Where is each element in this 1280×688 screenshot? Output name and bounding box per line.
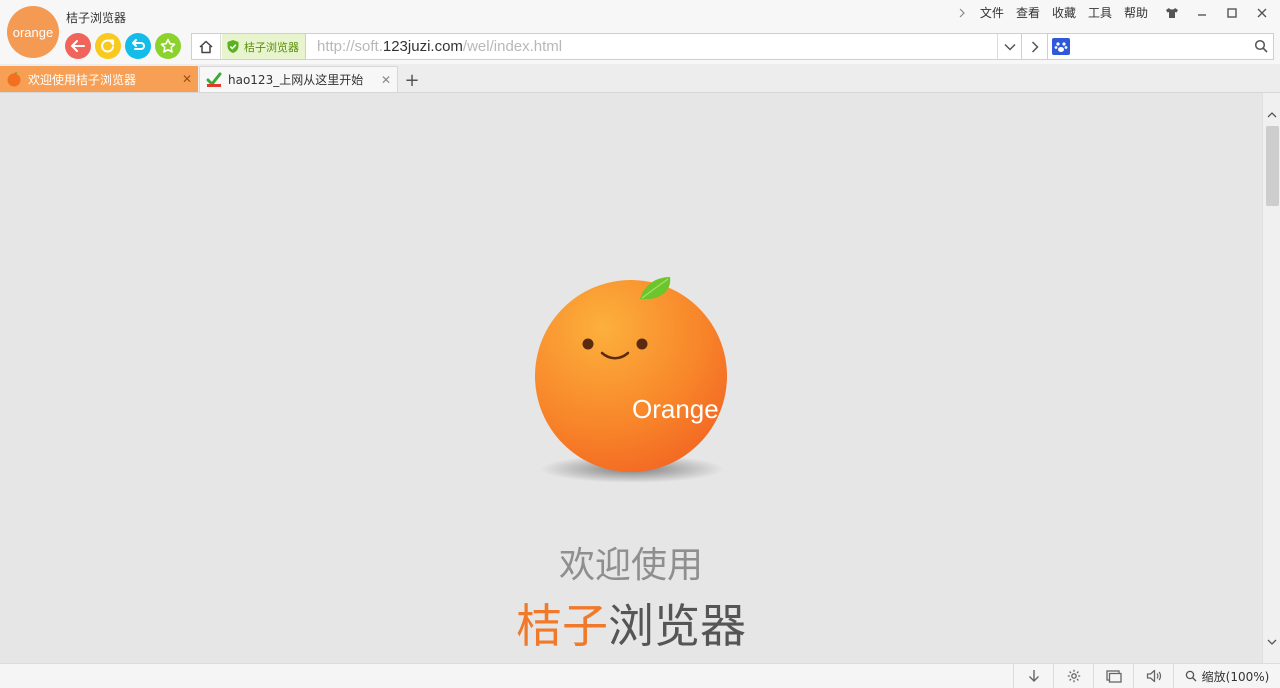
undo-close-tab-button[interactable] bbox=[125, 33, 151, 59]
maximize-icon bbox=[1227, 8, 1237, 18]
tab-bar: 欢迎使用桔子浏览器 ✕ hao123_上网从这里开始 ✕ + bbox=[0, 64, 1280, 93]
url-prefix: http://soft. bbox=[317, 38, 383, 55]
chevron-down-icon bbox=[1003, 43, 1016, 51]
menu-expand-icon[interactable] bbox=[958, 6, 970, 20]
menu-tools[interactable]: 工具 bbox=[1088, 6, 1112, 20]
gear-icon bbox=[1067, 669, 1080, 683]
zoom-icon bbox=[1185, 670, 1197, 682]
vertical-scrollbar[interactable] bbox=[1262, 93, 1280, 663]
tab-hao123[interactable]: hao123_上网从这里开始 ✕ bbox=[199, 66, 398, 92]
scroll-up-button[interactable] bbox=[1263, 105, 1280, 123]
tab-label: 欢迎使用桔子浏览器 bbox=[28, 72, 137, 87]
mascot-text: Orange bbox=[632, 394, 719, 424]
app-logo-text: orange bbox=[12, 24, 54, 40]
welcome-heading: 欢迎使用 bbox=[558, 545, 703, 586]
minimize-button[interactable] bbox=[1190, 6, 1214, 20]
back-arrow-icon bbox=[71, 40, 85, 52]
zoom-level: 缩放(100%) bbox=[1201, 669, 1270, 684]
zoom-control[interactable]: 缩放(100%) bbox=[1173, 664, 1280, 688]
speaker-icon bbox=[1146, 669, 1161, 683]
hao123-favicon-icon bbox=[206, 72, 222, 87]
menu-bar: 文件 查看 收藏 工具 帮助 bbox=[958, 5, 1280, 21]
home-icon bbox=[199, 40, 213, 53]
status-bar: 缩放(100%) bbox=[0, 663, 1280, 688]
download-button[interactable] bbox=[1013, 664, 1053, 688]
close-icon bbox=[1257, 8, 1267, 18]
chevron-up-icon bbox=[1267, 111, 1277, 117]
app-logo[interactable]: orange bbox=[7, 6, 59, 58]
browser-name-heading: 桔子浏览器 bbox=[0, 590, 1262, 656]
address-dropdown-button[interactable] bbox=[997, 34, 1021, 59]
tab-welcome[interactable]: 欢迎使用桔子浏览器 ✕ bbox=[0, 66, 198, 92]
download-icon bbox=[1028, 670, 1039, 682]
refresh-button[interactable] bbox=[95, 33, 121, 59]
favorite-button[interactable] bbox=[155, 33, 181, 59]
url-domain: 123juzi.com bbox=[382, 38, 463, 55]
menu-file[interactable]: 文件 bbox=[980, 6, 1004, 20]
scroll-down-button[interactable] bbox=[1263, 633, 1280, 651]
undo-icon bbox=[132, 39, 145, 50]
app-title: 桔子浏览器 bbox=[66, 11, 127, 25]
close-window-button[interactable] bbox=[1250, 6, 1274, 20]
sound-button[interactable] bbox=[1133, 664, 1173, 688]
url-path: /wel/index.html bbox=[462, 38, 563, 55]
menu-favorites[interactable]: 收藏 bbox=[1052, 6, 1076, 20]
close-tab-icon[interactable]: ✕ bbox=[381, 73, 391, 87]
url-field[interactable]: http://soft.123juzi.com/wel/index.html bbox=[317, 34, 562, 59]
window-mode-button[interactable] bbox=[1093, 664, 1133, 688]
home-button[interactable] bbox=[192, 34, 221, 59]
skin-button[interactable] bbox=[1160, 6, 1184, 20]
title-toolbar: orange 桔子浏览器 文件 查看 收藏 工具 帮助 桔子浏览器 http:/… bbox=[0, 0, 1280, 64]
close-tab-icon[interactable]: ✕ bbox=[182, 72, 192, 86]
shield-check-icon bbox=[227, 40, 239, 53]
address-bar[interactable]: 桔子浏览器 http://soft.123juzi.com/wel/index.… bbox=[191, 33, 1022, 60]
star-icon bbox=[160, 38, 176, 53]
chevron-right-icon bbox=[1031, 40, 1039, 53]
shirt-icon bbox=[1166, 8, 1178, 18]
search-box[interactable] bbox=[1047, 33, 1274, 60]
tab-label: hao123_上网从这里开始 bbox=[228, 73, 364, 87]
page-content: Orange 欢迎使用 桔子浏览器 bbox=[0, 93, 1262, 663]
new-tab-button[interactable]: + bbox=[400, 69, 424, 91]
settings-button[interactable] bbox=[1053, 664, 1093, 688]
browser-name-accent: 桔子 bbox=[516, 599, 608, 653]
menu-help[interactable]: 帮助 bbox=[1124, 6, 1148, 20]
baidu-paw-icon[interactable] bbox=[1052, 38, 1070, 55]
orange-mascot-icon: Orange bbox=[535, 277, 727, 483]
refresh-icon bbox=[101, 39, 114, 53]
window-icon bbox=[1105, 669, 1122, 683]
security-badge[interactable]: 桔子浏览器 bbox=[222, 34, 306, 59]
minimize-icon bbox=[1198, 14, 1206, 16]
security-label: 桔子浏览器 bbox=[244, 40, 299, 54]
scroll-thumb[interactable] bbox=[1266, 126, 1279, 206]
search-icon[interactable] bbox=[1254, 39, 1268, 56]
chevron-down-icon bbox=[1267, 639, 1277, 645]
menu-view[interactable]: 查看 bbox=[1016, 6, 1040, 20]
browser-name-rest: 浏览器 bbox=[608, 599, 746, 653]
back-button[interactable] bbox=[65, 33, 91, 59]
maximize-button[interactable] bbox=[1220, 6, 1244, 20]
go-button[interactable] bbox=[1022, 33, 1048, 60]
orange-favicon-icon bbox=[7, 72, 21, 87]
